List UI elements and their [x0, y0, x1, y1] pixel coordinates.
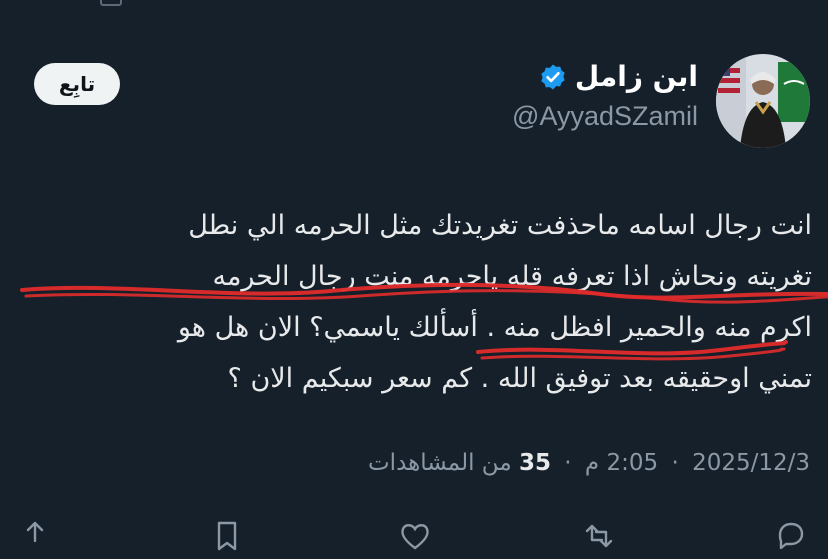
retweet-icon[interactable]: [582, 519, 616, 553]
partial-toolbar-icon: [100, 0, 122, 6]
tweet-text: انت رجال اسامه ماحذفت تغريدتك مثل الحرمه…: [48, 200, 812, 404]
bookmark-icon[interactable]: [210, 519, 244, 553]
meta-separator: ·: [564, 450, 572, 476]
author-handle[interactable]: @AyyadSZamil: [512, 101, 698, 132]
tweet-meta: 2025/12/3 · 2:05 م · 35 من المشاهدات: [368, 450, 810, 476]
tweet-date[interactable]: 2025/12/3: [692, 450, 810, 476]
tweet-line: اكرم منه والحمير افظل منه . أسألك ياسمي؟…: [177, 312, 812, 343]
like-icon[interactable]: [398, 519, 432, 553]
profile-photo-with-flags-icon: [716, 54, 810, 148]
display-name-row: ابن زامل: [512, 60, 698, 93]
author-name-block: ابن زامل @AyyadSZamil: [512, 60, 698, 132]
avatar[interactable]: [716, 54, 810, 148]
tweet-line: تمني اوحقيقه بعد توفيق الله . كم سعر سبك…: [227, 363, 812, 394]
share-icon[interactable]: [18, 519, 52, 553]
verified-badge-icon[interactable]: [539, 63, 567, 91]
tweet-header: ابن زامل @AyyadSZamil تابِع: [30, 54, 810, 154]
follow-button[interactable]: تابِع: [34, 63, 120, 105]
views-count[interactable]: 35: [519, 450, 551, 476]
meta-separator: ·: [671, 450, 679, 476]
tweet-actions-bar: [0, 519, 828, 559]
tweet-time[interactable]: 2:05 م: [585, 450, 658, 476]
tweet-line: تغريته ونحاش اذا تعرفه قله ياحرمه منت رج…: [212, 261, 812, 292]
views-label: من المشاهدات: [368, 450, 512, 476]
display-name[interactable]: ابن زامل: [575, 60, 698, 93]
tweet-line: انت رجال اسامه ماحذفت تغريدتك مثل الحرمه…: [188, 210, 812, 241]
reply-icon[interactable]: [774, 519, 808, 553]
